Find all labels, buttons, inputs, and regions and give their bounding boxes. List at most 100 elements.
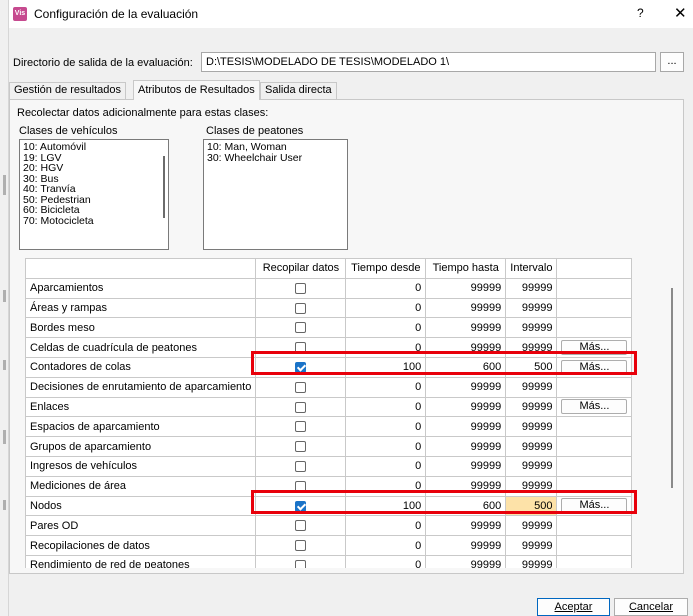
collect-checkbox[interactable] [295,441,307,453]
row-name[interactable]: Ingresos de vehículos [25,455,257,477]
time-to-cell[interactable]: 99999 [425,317,507,339]
interval-cell[interactable]: 99999 [505,436,558,457]
collect-checkbox-cell[interactable] [255,396,347,418]
more-cell[interactable] [556,277,633,299]
table-row[interactable]: Recopilaciones de datos 0 99999 99999 [25,535,665,556]
time-to-cell[interactable]: 600 [425,495,507,517]
list-item[interactable]: 60: Bicicleta [23,205,165,216]
interval-cell[interactable]: 99999 [505,535,558,556]
row-name[interactable]: Nodos [25,495,257,517]
list-item[interactable]: 10: Automóvil [23,142,165,153]
time-to-cell[interactable]: 99999 [425,416,507,438]
row-name[interactable]: Celdas de cuadrícula de peatones [25,337,257,358]
time-to-cell[interactable]: 99999 [425,515,507,537]
collect-checkbox-cell[interactable] [255,515,347,537]
collect-checkbox-cell[interactable] [255,475,347,497]
vehicle-classes-list[interactable]: 10: Automóvil 19: LGV 20: HGV 30: Bus 40… [19,139,169,250]
tab-direct-output[interactable]: Salida directa [260,82,337,99]
time-to-cell[interactable]: 99999 [425,277,507,299]
collect-checkbox[interactable] [295,302,307,314]
table-row[interactable]: Pares OD 0 99999 99999 [25,515,665,537]
table-row[interactable]: Ingresos de vehículos 0 99999 99999 [25,455,665,477]
time-from-cell[interactable]: 0 [345,515,427,537]
more-cell[interactable] [556,515,633,537]
time-to-cell[interactable]: 99999 [425,396,507,418]
table-row[interactable]: Espacios de aparcamiento 0 99999 99999 [25,416,665,438]
collect-checkbox[interactable] [295,540,307,552]
time-from-cell[interactable]: 0 [345,455,427,477]
more-cell[interactable] [556,317,633,339]
more-cell[interactable]: Más... [556,337,633,358]
time-to-cell[interactable]: 99999 [425,554,507,568]
table-row[interactable]: Bordes meso 0 99999 99999 [25,317,665,339]
table-row[interactable]: Enlaces 0 99999 99999 Más... [25,396,665,418]
more-cell[interactable] [556,554,633,568]
more-cell[interactable]: Más... [556,356,633,378]
time-from-cell[interactable]: 0 [345,554,427,568]
collect-checkbox-cell[interactable] [255,495,347,517]
more-cell[interactable] [556,475,633,497]
time-to-cell[interactable]: 600 [425,356,507,378]
time-from-cell[interactable]: 0 [345,475,427,497]
more-cell[interactable] [556,436,633,457]
interval-cell[interactable]: 99999 [505,515,558,537]
cancel-button[interactable]: Cancelar [614,598,688,616]
table-row[interactable]: Rendimiento de red de peatones 0 99999 9999… [25,554,665,568]
list-item[interactable]: 70: Motocicleta [23,215,165,227]
time-from-cell[interactable]: 100 [345,356,427,378]
collect-checkbox-cell[interactable] [255,535,347,556]
collect-checkbox-cell[interactable] [255,416,347,438]
collect-checkbox[interactable] [295,401,307,413]
table-row[interactable]: Celdas de cuadrícula de peatones 0 99999 99… [25,337,665,358]
more-cell[interactable] [556,376,633,398]
collect-checkbox[interactable] [295,342,307,354]
close-button[interactable]: ✕ [674,4,687,22]
tab-result-attributes[interactable]: Atributos de Resultados [133,80,260,100]
row-name[interactable]: Rendimiento de red de peatones [25,554,257,568]
row-name[interactable]: Pares OD [25,515,257,537]
time-to-cell[interactable]: 99999 [425,376,507,398]
output-directory-field[interactable]: D:\TESIS\MODELADO DE TESIS\MODELADO 1\ [201,52,656,72]
more-cell[interactable] [556,535,633,556]
time-from-cell[interactable]: 0 [345,317,427,339]
table-row[interactable]: Aparcamientos 0 99999 99999 [25,277,665,299]
table-row[interactable]: Nodos 100 600 500 Más... [25,495,665,517]
list-item[interactable]: 40: Tranvía [23,184,165,195]
time-from-cell[interactable]: 0 [345,337,427,358]
more-cell[interactable] [556,455,633,477]
time-from-cell[interactable]: 0 [345,436,427,457]
collect-checkbox[interactable] [295,381,307,393]
interval-cell[interactable]: 99999 [505,317,558,339]
collect-checkbox-cell[interactable] [255,337,347,358]
list-item[interactable]: 10: Man, Woman [207,142,344,153]
collect-checkbox-cell[interactable] [255,455,347,477]
browse-directory-button[interactable]: ... [660,52,684,72]
time-from-cell[interactable]: 0 [345,297,427,319]
row-name[interactable]: Aparcamientos [25,277,257,299]
collect-checkbox-cell[interactable] [255,277,347,299]
table-row[interactable]: Áreas y rampas 0 99999 99999 [25,297,665,319]
more-cell[interactable] [556,416,633,438]
collect-checkbox[interactable] [295,322,307,334]
collect-checkbox[interactable] [295,361,307,373]
time-from-cell[interactable]: 0 [345,396,427,418]
more-button[interactable]: Más... [561,340,628,356]
interval-cell[interactable]: 99999 [505,396,558,418]
collect-checkbox-cell[interactable] [255,356,347,378]
time-from-cell[interactable]: 0 [345,376,427,398]
row-name[interactable]: Enlaces [25,396,257,418]
grid-scroll-thumb[interactable] [671,288,673,488]
list-item[interactable]: 20: HGV [23,163,165,174]
interval-cell[interactable]: 99999 [505,337,558,358]
more-cell[interactable]: Más... [556,396,633,418]
row-name[interactable]: Grupos de aparcamiento [25,436,257,457]
collect-checkbox-cell[interactable] [255,436,347,457]
list-item[interactable]: 30: Wheelchair User [207,152,344,164]
collect-checkbox-cell[interactable] [255,376,347,398]
more-cell[interactable] [556,297,633,319]
time-from-cell[interactable]: 0 [345,277,427,299]
time-to-cell[interactable]: 99999 [425,337,507,358]
table-row[interactable]: Mediciones de área 0 99999 99999 [25,475,665,497]
more-button[interactable]: Más... [561,359,628,375]
vehicle-list-scrollbar[interactable] [163,156,165,218]
